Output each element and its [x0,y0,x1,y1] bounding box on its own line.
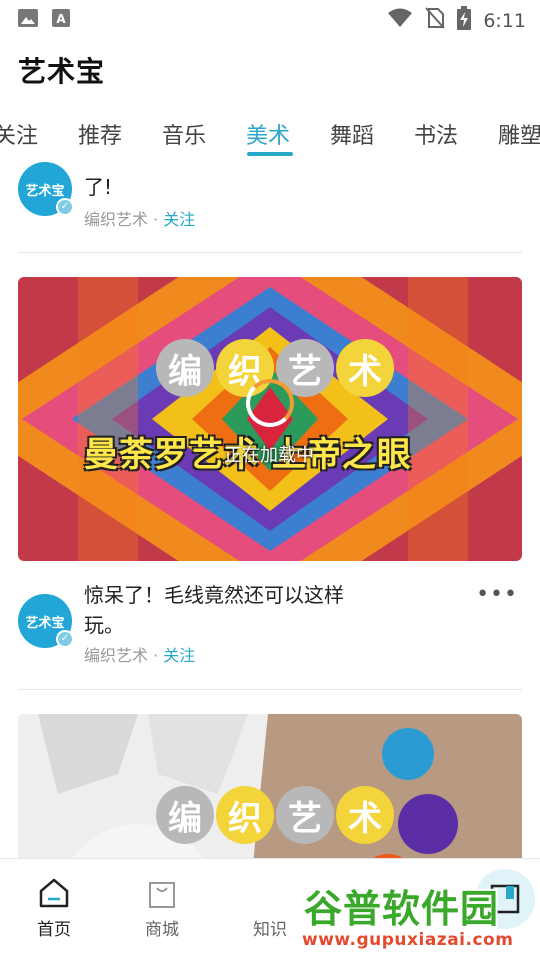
feed-list[interactable]: 艺术宝 ✓ 了! 编织艺术 · 关注 编 织 艺 术 曼荼罗艺术 上帝之眼 正在… [0,162,540,859]
divider [18,252,522,253]
battery-charging-icon [457,6,472,35]
verified-badge-icon: ✓ [56,630,74,648]
tab-dance[interactable]: 舞蹈 [330,118,374,150]
video-thumbnail[interactable]: 编 织 艺 术 曼荼罗艺术 上帝之眼 正在加载中 [18,277,522,561]
tab-art[interactable]: 美术 [246,118,290,150]
follow-button[interactable]: 关注 [163,210,195,229]
app-title: 艺术宝 [18,55,106,88]
author-name[interactable]: 编织艺术 [84,210,148,229]
home-icon [38,877,70,909]
loading-spinner-icon [246,379,294,427]
font-notification-icon: A [52,9,70,31]
status-bar: A 6:11 [0,0,540,38]
tab-calligraphy[interactable]: 书法 [414,118,458,150]
title-bubbles: 编 织 艺 术 [156,786,396,844]
tab-sculpture[interactable]: 雕塑 [498,118,540,150]
loading-text: 正在加载中 [224,445,314,466]
wifi-icon [387,8,413,33]
verified-badge-icon: ✓ [56,198,74,216]
site-watermark: 谷普软件园 www.gupuxiazai.com [302,887,514,950]
divider [18,689,522,690]
video-thumbnail[interactable]: 编 织 艺 术 [18,714,522,859]
nav-shop[interactable]: 商城 [127,877,197,940]
svg-text:A: A [56,12,66,26]
post-meta: 编织艺术 · 关注 [84,210,196,229]
no-sim-icon [425,7,446,34]
post-title[interactable]: 惊呆了！毛线竟然还可以这样 玩。 [84,580,344,640]
author-name[interactable]: 编织艺术 [84,646,148,665]
nav-home[interactable]: 首页 [19,877,89,940]
tab-follow[interactable]: 关注 [0,118,38,150]
gallery-notification-icon [18,9,38,31]
shop-bag-icon [146,877,178,909]
post-title[interactable]: 了! [84,172,112,202]
post-meta: 编织艺术 · 关注 [84,646,196,665]
tab-music[interactable]: 音乐 [162,118,206,150]
author-avatar[interactable]: 艺术宝 ✓ [18,594,74,648]
active-tab-indicator [247,152,293,156]
follow-button[interactable]: 关注 [163,646,195,665]
more-options-icon[interactable]: ••• [476,582,518,607]
tab-recommend[interactable]: 推荐 [78,118,122,150]
clock-time: 6:11 [483,9,526,32]
author-avatar[interactable]: 艺术宝 ✓ [18,162,74,216]
